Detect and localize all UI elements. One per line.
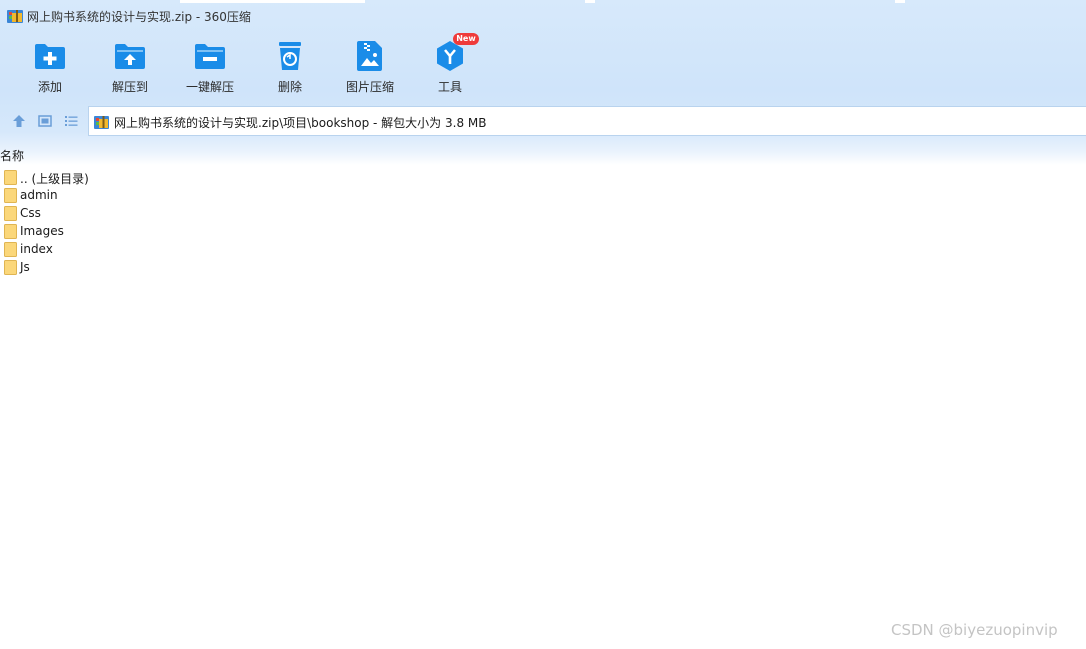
add-button[interactable]: 添加 bbox=[10, 36, 90, 98]
folder-icon bbox=[4, 206, 17, 221]
archive-icon bbox=[94, 116, 109, 129]
list-item-name: Css bbox=[20, 206, 41, 220]
up-arrow-icon[interactable] bbox=[11, 113, 27, 129]
title-bar-divider bbox=[585, 0, 595, 3]
image-compress-button[interactable]: 图片压缩 bbox=[330, 36, 410, 98]
folder-icon bbox=[4, 260, 17, 275]
title-bar-divider bbox=[895, 0, 905, 3]
folder-icon bbox=[4, 224, 17, 239]
list-view-icon[interactable] bbox=[63, 113, 79, 129]
image-compress-icon bbox=[352, 38, 388, 74]
delete-button[interactable]: 删除 bbox=[250, 36, 330, 98]
list-item-name: Js bbox=[20, 260, 30, 274]
extract-to-icon bbox=[112, 38, 148, 74]
extract-to-button[interactable]: 解压到 bbox=[90, 36, 170, 98]
address-bar[interactable]: 网上购书系统的设计与实现.zip\项目\bookshop - 解包大小为 3.8… bbox=[88, 106, 1086, 136]
add-icon bbox=[32, 38, 68, 74]
tools-button-label: 工具 bbox=[437, 80, 462, 94]
file-list: .. (上级目录) admin Css Images index Js bbox=[0, 168, 600, 276]
delete-icon bbox=[272, 38, 308, 74]
list-item-folder[interactable]: Css bbox=[0, 204, 600, 222]
list-item-parent-directory[interactable]: .. (上级目录) bbox=[0, 168, 600, 186]
list-item-name: index bbox=[20, 242, 53, 256]
folder-icon bbox=[4, 188, 17, 203]
column-header-name[interactable]: 名称 bbox=[0, 147, 24, 164]
watermark: CSDN @biyezuopinvip bbox=[891, 621, 1058, 639]
title-bar: 网上购书系统的设计与实现.zip - 360压缩 bbox=[0, 0, 1086, 32]
folder-icon bbox=[4, 242, 17, 257]
list-item-name: admin bbox=[20, 188, 58, 202]
list-item-folder[interactable]: Js bbox=[0, 258, 600, 276]
one-click-extract-button-label: 一键解压 bbox=[185, 80, 234, 94]
list-item-name: .. (上级目录) bbox=[20, 172, 89, 186]
one-click-extract-button[interactable]: 一键解压 bbox=[170, 36, 250, 98]
add-button-label: 添加 bbox=[37, 80, 62, 94]
folder-icon bbox=[4, 170, 17, 185]
toolbar: 添加 解压到 一键解压 删除 图片压缩 工具 bbox=[10, 36, 490, 98]
tools-button[interactable]: 工具 bbox=[410, 36, 490, 98]
list-item-folder[interactable]: index bbox=[0, 240, 600, 258]
extract-to-button-label: 解压到 bbox=[111, 80, 148, 94]
address-path: 网上购书系统的设计与实现.zip\项目\bookshop - 解包大小为 3.8… bbox=[114, 116, 487, 130]
window-title: 网上购书系统的设计与实现.zip - 360压缩 bbox=[27, 10, 251, 24]
list-item-folder[interactable]: Images bbox=[0, 222, 600, 240]
one-click-extract-icon bbox=[192, 38, 228, 74]
image-compress-button-label: 图片压缩 bbox=[345, 80, 394, 94]
new-badge: New bbox=[453, 33, 479, 45]
thumbnail-view-icon[interactable] bbox=[37, 113, 53, 129]
list-item-name: Images bbox=[20, 224, 64, 238]
list-item-folder[interactable]: admin bbox=[0, 186, 600, 204]
archive-app-icon bbox=[7, 10, 23, 23]
navigation-bar: 网上购书系统的设计与实现.zip\项目\bookshop - 解包大小为 3.8… bbox=[0, 106, 1086, 136]
title-bar-divider bbox=[180, 0, 365, 3]
delete-button-label: 删除 bbox=[277, 80, 302, 94]
